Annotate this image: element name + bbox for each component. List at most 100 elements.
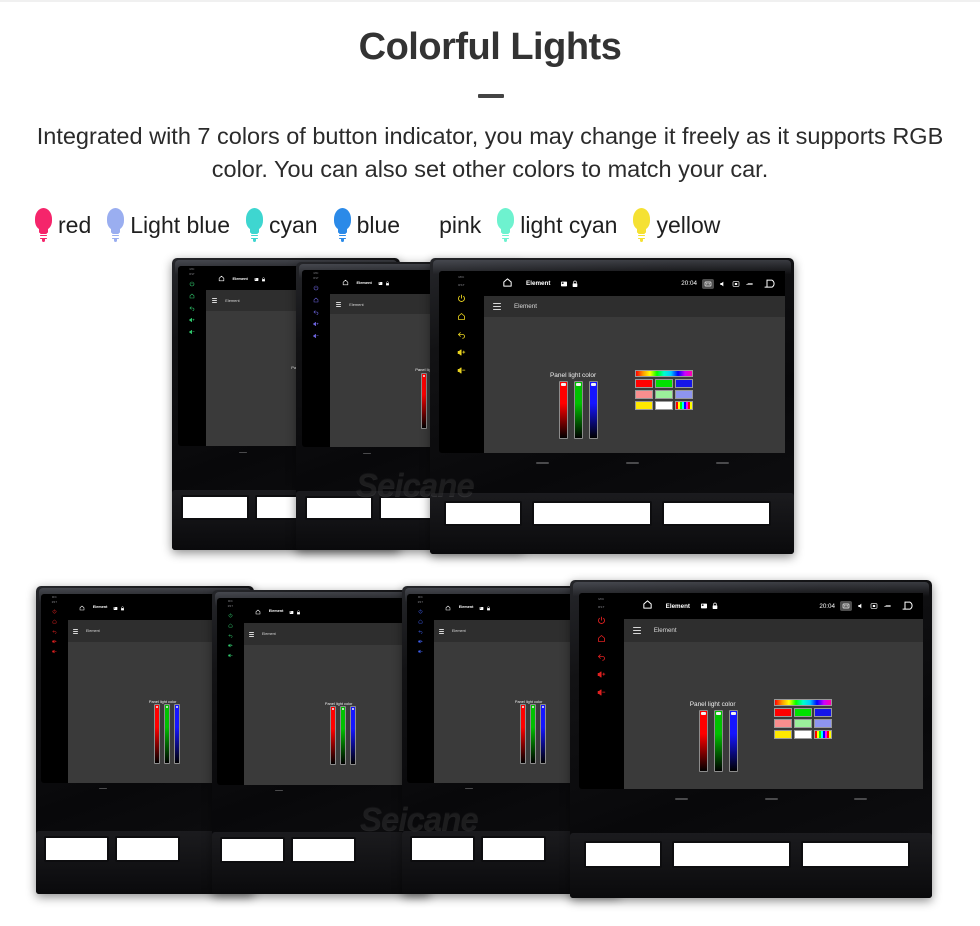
slider-knob[interactable] bbox=[700, 712, 706, 715]
green-slider[interactable] bbox=[713, 710, 723, 772]
rail-power-icon[interactable] bbox=[597, 616, 606, 625]
touch-screen[interactable]: Element Element Panel light color bbox=[243, 598, 424, 785]
rail-home-icon[interactable] bbox=[457, 312, 466, 321]
slider-knob[interactable] bbox=[165, 706, 168, 708]
rail-home-icon[interactable] bbox=[418, 619, 423, 624]
rail-back-icon[interactable] bbox=[228, 633, 233, 638]
rail-volume-up-icon[interactable] bbox=[52, 639, 57, 644]
statusbar-eject-icon[interactable] bbox=[883, 597, 891, 615]
rail-volume-up-icon[interactable] bbox=[597, 670, 606, 679]
palette-swatch[interactable] bbox=[654, 379, 673, 388]
statusbar-mute-icon[interactable] bbox=[719, 275, 727, 293]
palette-swatch[interactable] bbox=[634, 379, 653, 388]
rail-back-icon[interactable] bbox=[189, 305, 195, 311]
rail-back-icon[interactable] bbox=[313, 309, 319, 315]
red-slider[interactable] bbox=[329, 706, 336, 765]
statusbar-window-icon[interactable] bbox=[870, 597, 878, 615]
rail-back-icon[interactable] bbox=[597, 652, 606, 661]
green-slider[interactable] bbox=[163, 704, 170, 764]
rail-home-icon[interactable] bbox=[228, 623, 233, 628]
rail-power-icon[interactable] bbox=[189, 281, 195, 287]
palette-swatch[interactable] bbox=[634, 401, 653, 410]
palette-gradient-bar[interactable] bbox=[634, 370, 693, 377]
hamburger-icon[interactable] bbox=[212, 298, 218, 303]
rail-home-icon[interactable] bbox=[52, 619, 57, 624]
green-slider[interactable] bbox=[573, 381, 583, 439]
statusbar-eject-icon[interactable] bbox=[745, 275, 753, 293]
rail-volume-up-icon[interactable] bbox=[313, 321, 319, 327]
rail-volume-down-icon[interactable] bbox=[189, 329, 195, 335]
palette-swatch[interactable] bbox=[793, 719, 812, 728]
slider-knob[interactable] bbox=[351, 708, 354, 710]
palette-swatch[interactable] bbox=[634, 390, 653, 399]
rail-volume-down-icon[interactable] bbox=[313, 333, 319, 339]
statusbar-home-icon[interactable] bbox=[342, 273, 349, 291]
palette-swatch[interactable] bbox=[773, 708, 792, 717]
palette-swatch[interactable] bbox=[813, 719, 832, 728]
palette-swatch[interactable] bbox=[813, 708, 832, 717]
rail-back-icon[interactable] bbox=[418, 629, 423, 634]
rail-volume-down-icon[interactable] bbox=[418, 649, 423, 654]
touch-screen[interactable]: Element 20:04 Element Panel light color bbox=[483, 271, 785, 453]
rail-volume-up-icon[interactable] bbox=[457, 348, 466, 357]
hamburger-icon[interactable] bbox=[72, 628, 78, 634]
palette-gradient-bar[interactable] bbox=[773, 699, 832, 706]
red-slider[interactable] bbox=[558, 381, 568, 439]
rail-volume-down-icon[interactable] bbox=[228, 653, 233, 658]
statusbar-screenshot-icon[interactable] bbox=[702, 278, 714, 289]
slider-knob[interactable] bbox=[531, 706, 534, 708]
blue-slider[interactable] bbox=[173, 704, 180, 764]
blue-slider[interactable] bbox=[349, 706, 356, 765]
hamburger-icon[interactable] bbox=[438, 628, 444, 634]
rail-volume-up-icon[interactable] bbox=[189, 317, 195, 323]
palette-swatch[interactable] bbox=[674, 390, 693, 399]
statusbar-mute-icon[interactable] bbox=[857, 597, 865, 615]
blue-slider[interactable] bbox=[588, 381, 598, 439]
blue-slider[interactable] bbox=[539, 704, 546, 764]
slider-knob[interactable] bbox=[331, 708, 334, 710]
palette-swatch[interactable] bbox=[793, 708, 812, 717]
slider-knob[interactable] bbox=[715, 712, 721, 715]
green-slider[interactable] bbox=[529, 704, 536, 764]
rail-volume-down-icon[interactable] bbox=[597, 688, 606, 697]
slider-knob[interactable] bbox=[155, 706, 158, 708]
statusbar-home-icon[interactable] bbox=[255, 602, 261, 620]
hamburger-icon[interactable] bbox=[492, 303, 501, 310]
palette-swatch[interactable] bbox=[773, 719, 792, 728]
slider-knob[interactable] bbox=[521, 706, 524, 708]
rail-power-icon[interactable] bbox=[457, 294, 466, 303]
statusbar-home-icon[interactable] bbox=[218, 269, 225, 287]
statusbar-home-icon[interactable] bbox=[79, 598, 85, 616]
red-slider[interactable] bbox=[421, 373, 428, 429]
rail-power-icon[interactable] bbox=[418, 609, 423, 614]
red-slider[interactable] bbox=[698, 710, 708, 772]
rail-volume-up-icon[interactable] bbox=[228, 643, 233, 648]
slider-knob[interactable] bbox=[560, 383, 566, 386]
rail-power-icon[interactable] bbox=[313, 285, 319, 291]
rail-home-icon[interactable] bbox=[313, 297, 319, 303]
slider-knob[interactable] bbox=[341, 708, 344, 710]
blue-slider[interactable] bbox=[728, 710, 738, 772]
rail-back-icon[interactable] bbox=[52, 629, 57, 634]
statusbar-back-icon[interactable] bbox=[762, 279, 777, 288]
rail-home-icon[interactable] bbox=[597, 634, 606, 643]
palette-swatch[interactable] bbox=[654, 401, 673, 410]
slider-knob[interactable] bbox=[541, 706, 544, 708]
rail-volume-down-icon[interactable] bbox=[457, 366, 466, 375]
hamburger-icon[interactable] bbox=[336, 301, 342, 307]
palette-swatch[interactable] bbox=[674, 401, 693, 410]
slider-knob[interactable] bbox=[730, 712, 736, 715]
slider-knob[interactable] bbox=[590, 383, 596, 386]
palette-swatch[interactable] bbox=[674, 379, 693, 388]
statusbar-home-icon[interactable] bbox=[502, 275, 513, 293]
palette-swatch[interactable] bbox=[813, 730, 832, 739]
palette-swatch[interactable] bbox=[793, 730, 812, 739]
rail-back-icon[interactable] bbox=[457, 330, 466, 339]
green-slider[interactable] bbox=[339, 706, 346, 765]
statusbar-home-icon[interactable] bbox=[445, 598, 451, 616]
hamburger-icon[interactable] bbox=[632, 627, 641, 634]
rail-power-icon[interactable] bbox=[228, 613, 233, 618]
rail-power-icon[interactable] bbox=[52, 609, 57, 614]
palette-swatch[interactable] bbox=[654, 390, 673, 399]
statusbar-screenshot-icon[interactable] bbox=[840, 601, 852, 611]
